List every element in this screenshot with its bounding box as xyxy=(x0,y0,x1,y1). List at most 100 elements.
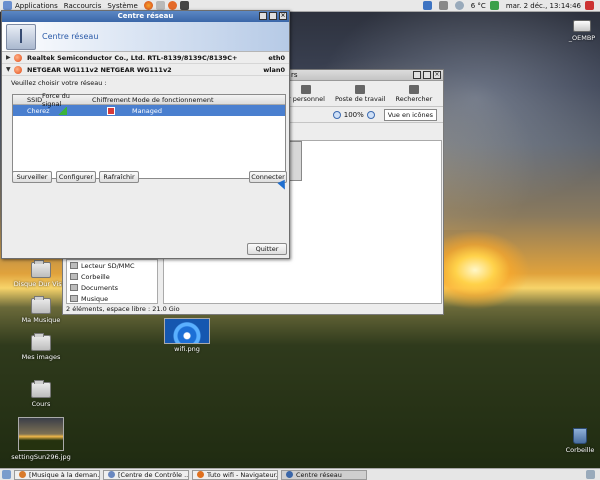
device-row-eth0[interactable]: ▶ Realtek Semiconductor Co., Ltd. RTL-81… xyxy=(2,52,289,64)
sidebar-item-documents[interactable]: Documents xyxy=(67,282,157,293)
mail-icon[interactable] xyxy=(155,1,165,10)
sidebar-item-corbeille[interactable]: Corbeille xyxy=(67,271,157,282)
desktop-icon-corbeille[interactable]: Corbeille xyxy=(550,428,600,454)
search-button[interactable]: Rechercher xyxy=(395,85,432,103)
banner-title: Centre réseau xyxy=(42,32,99,41)
weather-icon[interactable] xyxy=(454,1,464,10)
menu-applications[interactable]: Applications xyxy=(15,2,58,10)
folder-icon xyxy=(70,284,78,291)
column-signal[interactable]: Force du signal xyxy=(39,92,89,108)
gnome-foot-icon[interactable] xyxy=(3,1,12,10)
device-row-wlan0[interactable]: ▼ NETGEAR WG111v2 NETGEAR WG111v2 wlan0 xyxy=(2,64,289,76)
network-icon[interactable] xyxy=(422,1,432,10)
taskbar-item-browser[interactable]: Tuto wifi - Navigateur... xyxy=(192,469,278,480)
network-list-header: SSID Force du signal Chiffrement Mode de… xyxy=(13,92,285,108)
control-center-icon xyxy=(108,471,115,478)
power-icon[interactable] xyxy=(489,1,499,10)
weather-text: 6 °C xyxy=(470,1,486,10)
file-manager-title: rs xyxy=(291,71,298,79)
sidebar-item-sd[interactable]: Lecteur SD/MMC xyxy=(67,260,157,271)
zoom-level: 100% xyxy=(343,110,364,119)
taskbar-item-music[interactable]: [Musique à la deman... xyxy=(14,469,100,480)
desktop-icon-label: Mes images xyxy=(21,353,61,361)
zoom-in-button[interactable] xyxy=(366,110,375,119)
device-interface: wlan0 xyxy=(263,65,285,74)
taskbar: [Musique à la deman... [Centre de Contrô… xyxy=(0,468,600,480)
system-tray: 6 °C mar. 2 déc., 13:14:46 xyxy=(419,1,597,10)
network-banner: Centre réseau xyxy=(2,22,289,52)
button-label: r personnel xyxy=(288,95,325,103)
clock[interactable]: mar. 2 déc., 13:14:46 xyxy=(506,2,581,10)
encrypted-lock-icon xyxy=(107,106,115,115)
sidebar-item-label: Lecteur SD/MMC xyxy=(81,261,135,270)
task-label: [Centre de Contrôle ... xyxy=(118,470,189,479)
signal-cell xyxy=(39,106,89,115)
network-center-window: Centre réseau × Centre réseau ▶ Realtek … xyxy=(1,10,290,259)
menu-systeme[interactable]: Système xyxy=(107,2,137,10)
status-bar: 2 éléments, espace libre : 21.0 Gio xyxy=(66,305,180,313)
network-row[interactable]: Cherez Managed xyxy=(13,105,285,116)
collapse-arrow-icon[interactable]: ▼ xyxy=(6,66,14,73)
zoom-out-button[interactable] xyxy=(332,110,341,119)
close-button[interactable]: × xyxy=(433,71,441,79)
card-reader-icon xyxy=(70,262,78,269)
show-desktop-icon[interactable] xyxy=(2,470,11,479)
volume-icon[interactable] xyxy=(438,1,448,10)
task-label: Tuto wifi - Navigateur... xyxy=(207,470,278,479)
desktop-icon-label: Disque Dur Vista xyxy=(13,280,69,288)
places-sidebar: Lecteur SD/MMC Corbeille Documents Musiq… xyxy=(66,259,158,304)
column-encryption[interactable]: Chiffrement xyxy=(89,96,130,104)
binoculars-icon xyxy=(408,85,419,94)
encryption-cell xyxy=(89,106,129,115)
firefox-icon xyxy=(197,471,204,478)
workspace-switcher-icon[interactable] xyxy=(586,470,595,479)
sidebar-item-label: Corbeille xyxy=(81,272,110,281)
folder-icon xyxy=(70,295,78,302)
firefox-icon[interactable] xyxy=(143,1,153,10)
desktop-icon-label: settingSun296.jpg xyxy=(11,453,71,461)
desktop-icon-cours[interactable]: Cours xyxy=(11,380,71,408)
refresh-button[interactable]: Rafraîchir xyxy=(99,171,139,183)
expand-arrow-icon[interactable]: ▶ xyxy=(6,54,14,61)
folder-icon xyxy=(31,333,51,351)
quit-button[interactable]: Quitter xyxy=(247,243,287,255)
network-center-icon xyxy=(286,471,293,478)
logout-icon[interactable] xyxy=(585,1,594,10)
button-label: Poste de travail xyxy=(334,95,386,103)
device-interface: eth0 xyxy=(268,53,285,62)
sidebar-item-label: Musique xyxy=(81,294,109,303)
wifi-image-icon[interactable] xyxy=(164,318,210,344)
menu-raccourcis[interactable]: Raccourcis xyxy=(64,2,102,10)
terminal-icon[interactable] xyxy=(179,1,189,10)
view-mode-select[interactable]: Vue en icônes xyxy=(383,108,437,121)
configure-button[interactable]: Configurer xyxy=(56,171,96,183)
monitor-button[interactable]: Surveiller xyxy=(12,171,52,183)
trash-icon xyxy=(70,273,78,280)
desktop-icon-images[interactable]: Mes images xyxy=(11,333,71,361)
image-thumbnail-icon xyxy=(18,417,64,451)
maximize-button[interactable] xyxy=(423,71,431,79)
window-title: Centre réseau xyxy=(117,12,174,20)
column-mode[interactable]: Mode de fonctionnement xyxy=(129,96,285,104)
window-buttons: × xyxy=(257,12,287,20)
ethernet-device-icon xyxy=(14,53,22,62)
maximize-button[interactable] xyxy=(269,12,277,20)
taskbar-item-control-center[interactable]: [Centre de Contrôle ... xyxy=(103,469,189,480)
network-center-titlebar[interactable]: Centre réseau × xyxy=(2,11,289,22)
computer-button[interactable]: Poste de travail xyxy=(334,85,386,103)
desktop-icon-label[interactable]: wifi.png xyxy=(164,345,210,353)
taskbar-item-network-center[interactable]: Centre réseau xyxy=(281,469,367,480)
personal-folder-button[interactable]: r personnel xyxy=(288,85,325,103)
window-buttons: × xyxy=(411,71,441,79)
desktop-icon-oembp[interactable]: _OEMBP xyxy=(552,20,600,42)
home-icon xyxy=(301,85,312,94)
minimize-button[interactable] xyxy=(413,71,421,79)
column-ssid[interactable]: SSID xyxy=(13,96,42,104)
network-mode: Managed xyxy=(132,106,162,115)
sidebar-item-musique[interactable]: Musique xyxy=(67,293,157,304)
minimize-button[interactable] xyxy=(259,12,267,20)
close-button[interactable]: × xyxy=(279,12,287,20)
desktop-icon-setting[interactable]: settingSun296.jpg xyxy=(11,417,71,461)
sidebar-item-label: Documents xyxy=(81,283,119,292)
help-icon[interactable] xyxy=(167,1,177,10)
